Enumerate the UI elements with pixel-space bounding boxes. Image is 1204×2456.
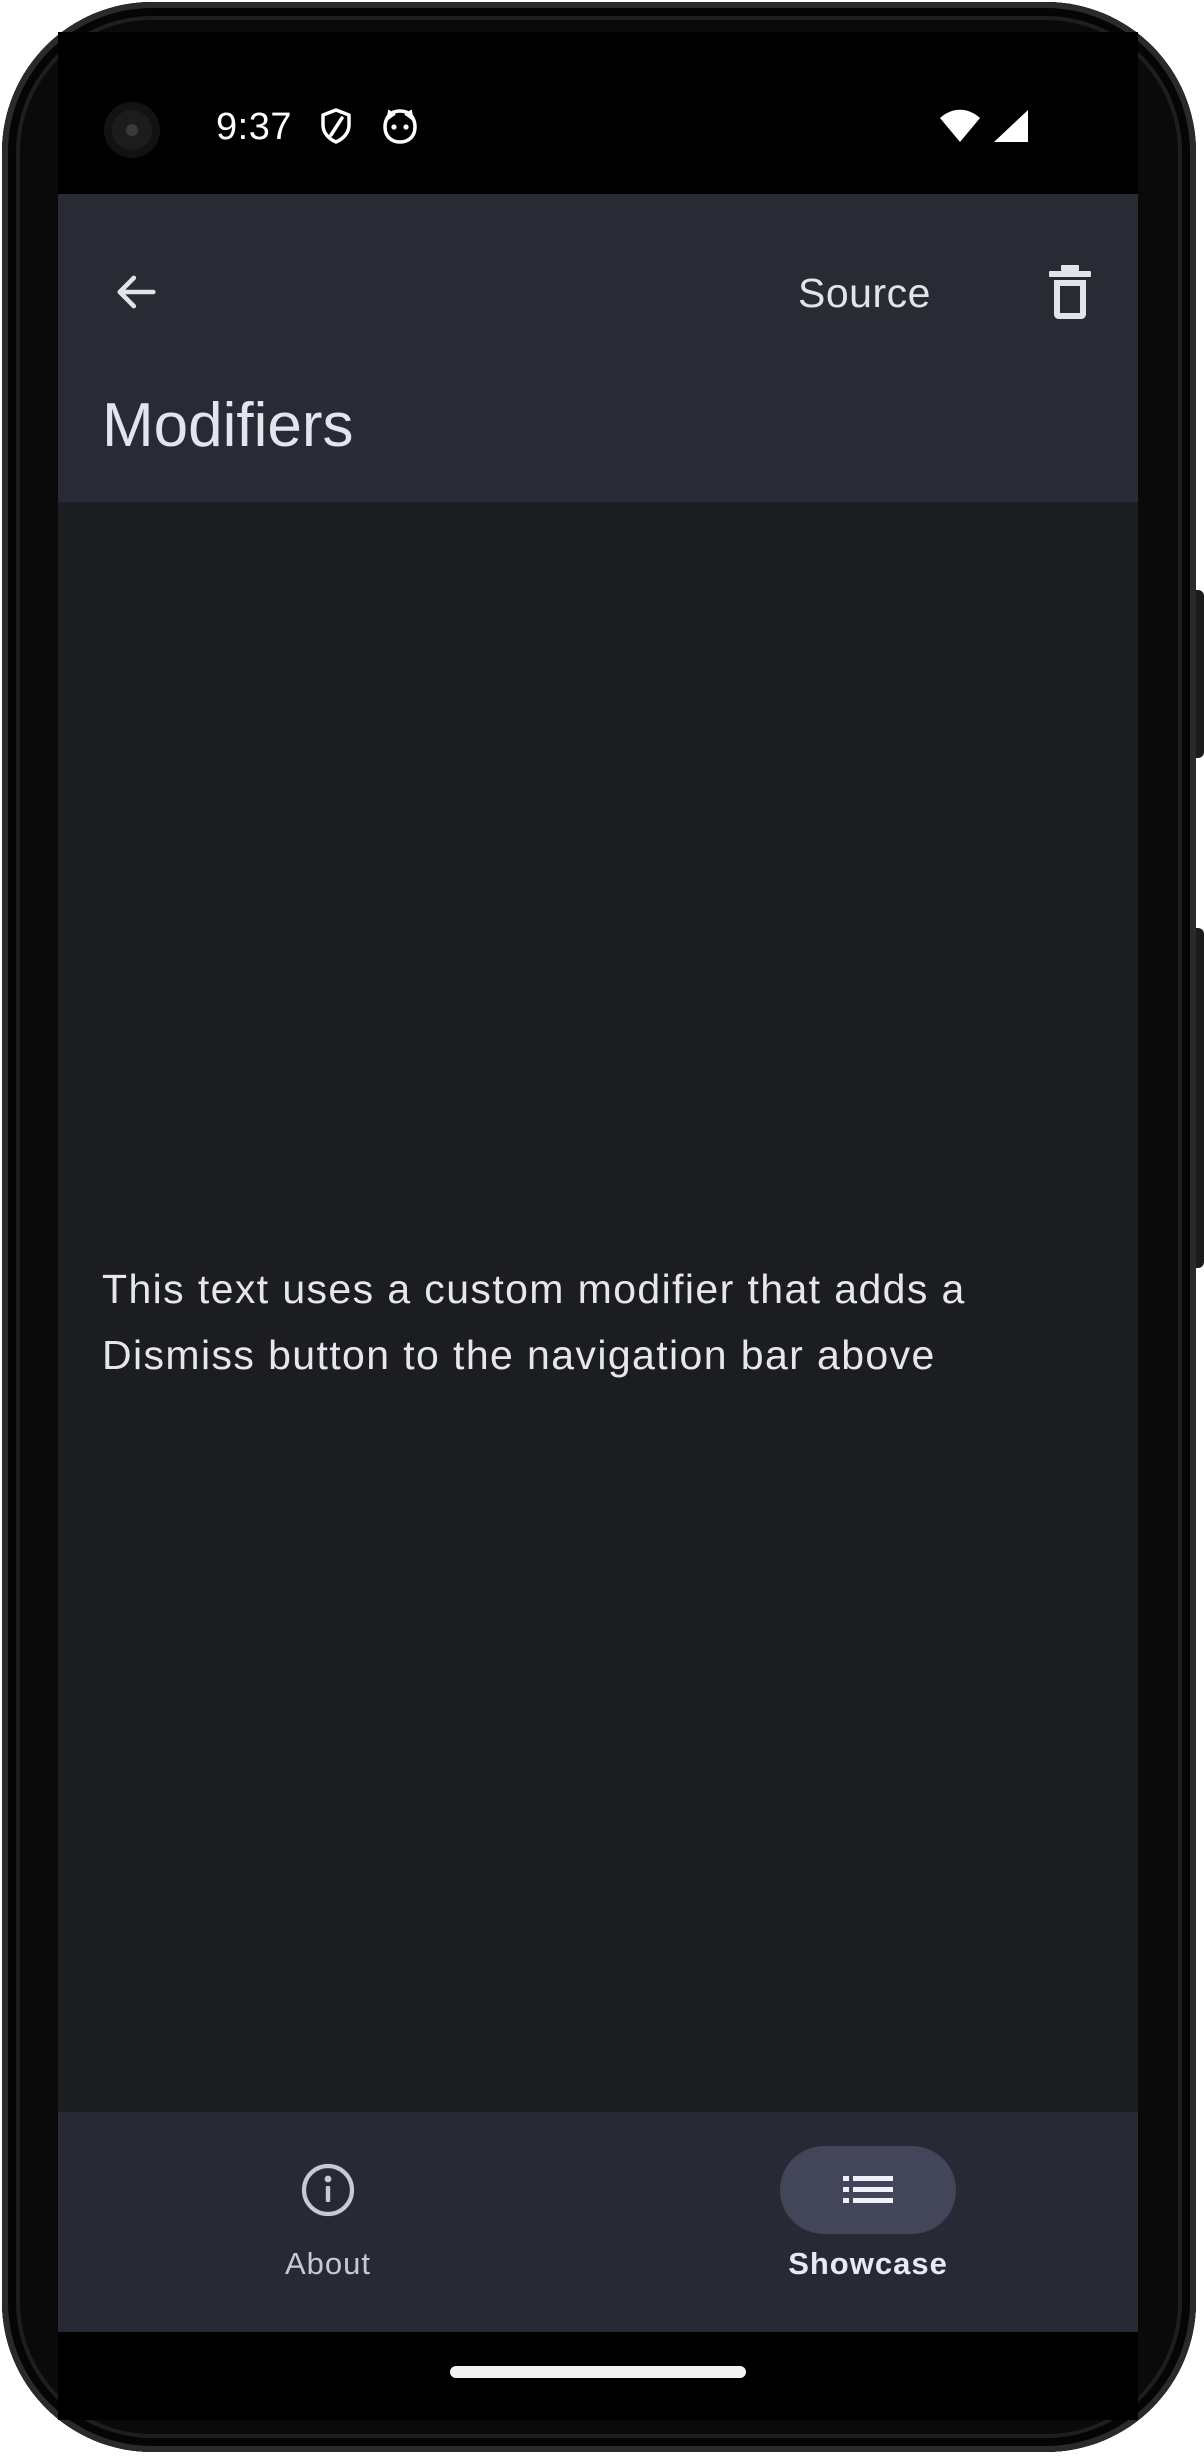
body-text: This text uses a custom modifier that ad… bbox=[102, 1266, 966, 1378]
cellular-signal-icon bbox=[994, 110, 1028, 142]
source-button[interactable]: Source bbox=[798, 258, 931, 328]
trash-icon bbox=[1049, 265, 1091, 319]
shield-icon bbox=[321, 108, 351, 144]
source-button-label: Source bbox=[798, 269, 931, 316]
cat-face-icon bbox=[383, 109, 417, 144]
content-area: This text uses a custom modifier that ad… bbox=[58, 502, 1138, 2112]
nav-label-showcase: Showcase bbox=[788, 2246, 948, 2281]
nav-item-about[interactable]: About bbox=[58, 2112, 598, 2332]
home-gesture-handle[interactable] bbox=[450, 2366, 746, 2378]
gesture-area bbox=[58, 2332, 1138, 2420]
arrow-left-icon bbox=[117, 275, 156, 309]
power-button bbox=[1196, 590, 1204, 758]
page-title: Modifiers bbox=[102, 391, 354, 460]
nav-label-about: About bbox=[284, 2246, 371, 2281]
front-camera bbox=[104, 102, 160, 158]
screen: 9:37 Source Modifiers This text uses a c… bbox=[58, 32, 1138, 2420]
nav-item-showcase[interactable]: Showcase bbox=[598, 2112, 1138, 2332]
list-icon bbox=[843, 2176, 893, 2203]
delete-button[interactable] bbox=[1032, 254, 1108, 330]
bottom-navigation: About Showcase bbox=[58, 2112, 1138, 2332]
status-bar: 9:37 bbox=[58, 32, 1138, 194]
status-time: 9:37 bbox=[216, 106, 292, 148]
app-bar: Source Modifiers bbox=[58, 194, 1138, 502]
volume-button bbox=[1196, 928, 1204, 1268]
info-circle-icon bbox=[301, 2163, 355, 2217]
back-button[interactable] bbox=[100, 256, 172, 328]
wifi-icon bbox=[940, 109, 980, 142]
